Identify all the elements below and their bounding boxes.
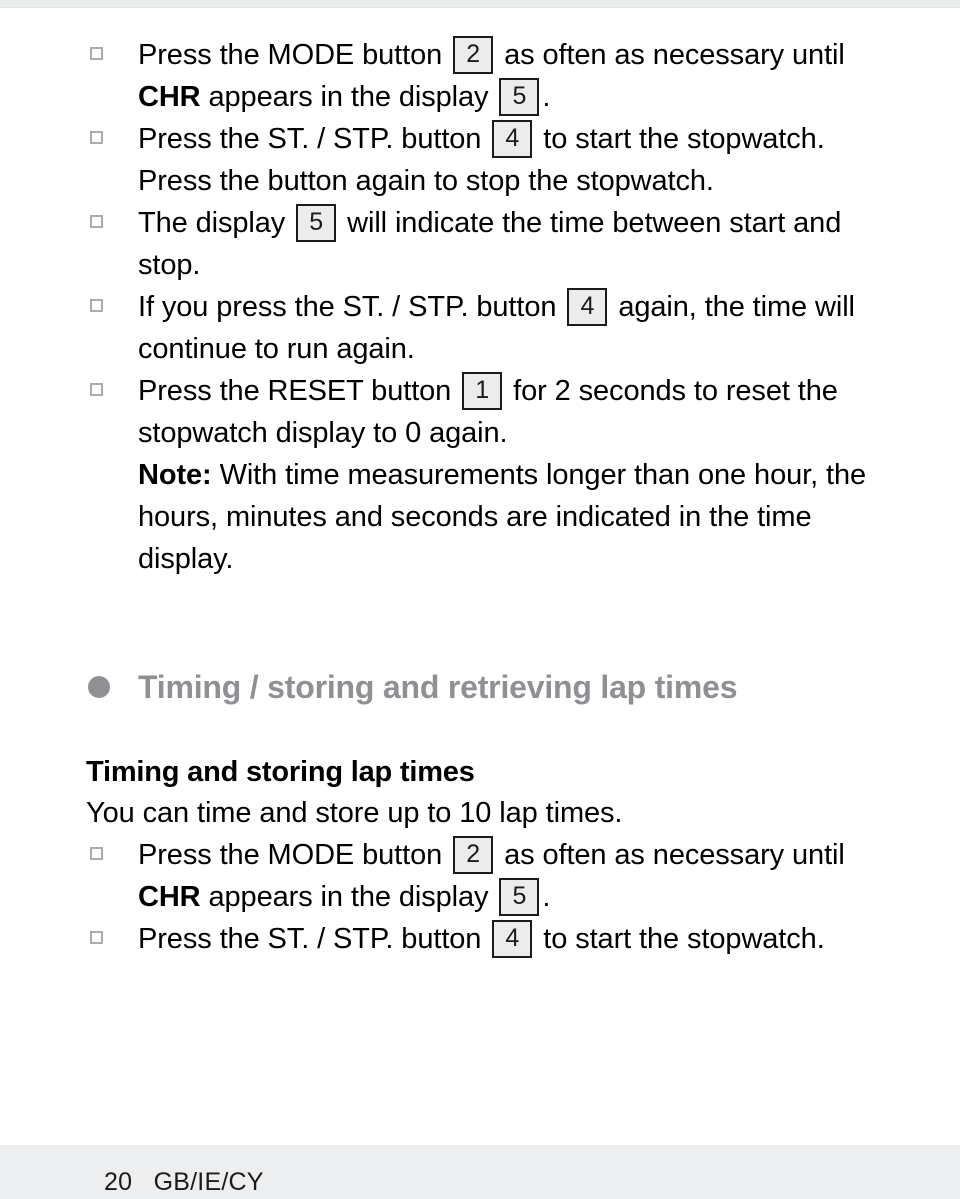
- manual-page: Press the MODE button 2 as often as nece…: [0, 8, 960, 1145]
- section-heading-lap-times: Timing / storing and retrieving lap time…: [86, 666, 886, 708]
- bullet-dot-icon: [88, 676, 110, 698]
- body-text: If you press the ST. / STP. button: [138, 291, 565, 323]
- callout-number-box: 4: [567, 288, 608, 326]
- body-text: to start the stopwatch.: [535, 923, 825, 955]
- list-item: Press the MODE button 2 as often as nece…: [86, 834, 886, 918]
- list-item: Press the RESET button 1 for 2 seconds t…: [86, 370, 886, 454]
- square-bullet-icon: [90, 383, 103, 396]
- body-text: Press the RESET button: [138, 375, 460, 407]
- list-item: Note: With time measurements longer than…: [86, 454, 886, 580]
- square-bullet-icon: [90, 847, 103, 860]
- square-bullet-icon: [90, 215, 103, 228]
- stopwatch-instruction-list: Press the MODE button 2 as often as nece…: [86, 34, 886, 580]
- callout-number-box: 5: [499, 78, 540, 116]
- body-text: Press the MODE button: [138, 839, 451, 871]
- list-item: The display 5 will indicate the time bet…: [86, 202, 886, 286]
- sub-heading-timing-storing: Timing and storing lap times: [86, 756, 475, 788]
- body-text: as often as necessary until: [496, 39, 845, 71]
- section-heading-label: Timing / storing and retrieving lap time…: [138, 669, 738, 705]
- list-item: If you press the ST. / STP. button 4 aga…: [86, 286, 886, 370]
- body-text: With time measurements longer than one h…: [138, 459, 867, 575]
- callout-number-box: 5: [499, 878, 540, 916]
- emphasis-text: CHR: [138, 81, 201, 113]
- lap-instruction-list: Press the MODE button 2 as often as nece…: [86, 834, 886, 960]
- body-text: as often as necessary until: [496, 839, 845, 871]
- list-item: Press the MODE button 2 as often as nece…: [86, 34, 886, 118]
- body-text: appears in the display: [200, 881, 497, 913]
- square-bullet-icon: [90, 931, 103, 944]
- body-text: Press the MODE button: [138, 39, 451, 71]
- callout-number-box: 5: [296, 204, 337, 242]
- callout-number-box: 4: [492, 920, 533, 958]
- list-item: Press the ST. / STP. button 4 to start t…: [86, 918, 886, 960]
- page-footer: 20 GB/IE/CY: [104, 1168, 264, 1196]
- body-text: appears in the display: [200, 81, 497, 113]
- sub-paragraph-lap-count: You can time and store up to 10 lap time…: [86, 797, 623, 829]
- emphasis-text: Note:: [138, 459, 212, 491]
- callout-number-box: 2: [453, 36, 494, 74]
- square-bullet-icon: [90, 131, 103, 144]
- body-text: Press the ST. / STP. button: [138, 923, 490, 955]
- page-content: Press the MODE button 2 as often as nece…: [86, 34, 886, 960]
- body-text: Press the ST. / STP. button: [138, 123, 490, 155]
- callout-number-box: 2: [453, 836, 494, 874]
- emphasis-text: CHR: [138, 881, 201, 913]
- body-text: .: [542, 881, 551, 913]
- callout-number-box: 4: [492, 120, 533, 158]
- page-top-band: [0, 0, 960, 8]
- body-text: The display: [138, 207, 294, 239]
- square-bullet-icon: [90, 299, 103, 312]
- body-text: .: [542, 81, 551, 113]
- square-bullet-icon: [90, 47, 103, 60]
- list-item: Press the ST. / STP. button 4 to start t…: [86, 118, 886, 202]
- callout-number-box: 1: [462, 372, 503, 410]
